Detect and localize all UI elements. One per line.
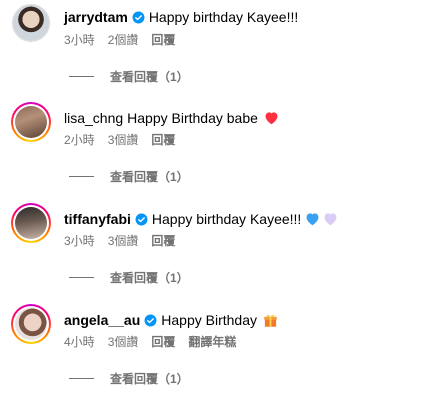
verified-badge-icon bbox=[144, 314, 157, 326]
comment-likes[interactable]: 2個讚 bbox=[108, 31, 139, 48]
comment-text: Happy birthday Kayee!!! bbox=[148, 9, 299, 25]
reply-button[interactable]: 回覆 bbox=[151, 232, 175, 249]
divider-dash bbox=[69, 277, 94, 278]
avatar[interactable] bbox=[11, 304, 51, 344]
view-replies-label: 查看回覆（1） bbox=[110, 170, 189, 184]
comment-meta: 4小時 3個讚 回覆 翻譯年糕 bbox=[64, 333, 249, 350]
avatar[interactable] bbox=[11, 102, 51, 142]
lavender-heart-icon bbox=[324, 213, 337, 226]
view-replies-button[interactable]: 查看回覆（1） bbox=[69, 68, 189, 85]
comment-username[interactable]: tiffanyfabi bbox=[64, 210, 131, 228]
comment-username[interactable]: angela__au bbox=[64, 311, 140, 329]
view-replies-label: 查看回覆（1） bbox=[110, 372, 189, 386]
comment-meta: 3小時 3個讚 回覆 bbox=[64, 232, 188, 249]
comment-likes[interactable]: 3個讚 bbox=[108, 232, 139, 249]
view-replies-label: 查看回覆（1） bbox=[110, 271, 189, 285]
gift-icon bbox=[264, 314, 277, 327]
comment-text: Happy birthday Kayee!!! bbox=[151, 211, 302, 227]
comment-likes[interactable]: 3個讚 bbox=[108, 131, 139, 148]
view-replies-button[interactable]: 查看回覆（1） bbox=[69, 370, 189, 387]
red-heart-icon bbox=[265, 112, 278, 125]
reply-button[interactable]: 回覆 bbox=[151, 131, 175, 148]
comment-time[interactable]: 2小時 bbox=[64, 131, 95, 148]
divider-dash bbox=[69, 176, 94, 177]
comment-username[interactable]: lisa_chng bbox=[64, 109, 123, 127]
view-replies-button[interactable]: 查看回覆（1） bbox=[69, 168, 189, 185]
divider-dash bbox=[69, 76, 94, 77]
comment-text: Happy Birthday bbox=[161, 312, 257, 328]
comment-username[interactable]: jarrydtam bbox=[64, 8, 128, 26]
avatar[interactable] bbox=[11, 203, 51, 243]
reply-button[interactable]: 回覆 bbox=[151, 31, 175, 48]
divider-dash bbox=[69, 378, 94, 379]
view-replies-button[interactable]: 查看回覆（1） bbox=[69, 269, 189, 286]
comment-likes[interactable]: 3個讚 bbox=[108, 333, 139, 350]
view-replies-label: 查看回覆（1） bbox=[110, 70, 189, 84]
comment-meta: 2小時 3個讚 回覆 bbox=[64, 131, 188, 148]
translate-button[interactable]: 翻譯年糕 bbox=[188, 333, 236, 350]
avatar[interactable] bbox=[12, 4, 50, 42]
blue-heart-icon bbox=[306, 213, 319, 226]
comment-meta: 3小時 2個讚 回覆 bbox=[64, 31, 188, 48]
comment-text: Happy Birthday babe bbox=[127, 110, 258, 126]
verified-badge-icon bbox=[135, 213, 148, 225]
verified-badge-icon bbox=[132, 11, 145, 23]
comment-time[interactable]: 4小時 bbox=[64, 333, 95, 350]
comment-time[interactable]: 3小時 bbox=[64, 232, 95, 249]
comment-time[interactable]: 3小時 bbox=[64, 31, 95, 48]
reply-button[interactable]: 回覆 bbox=[151, 333, 175, 350]
